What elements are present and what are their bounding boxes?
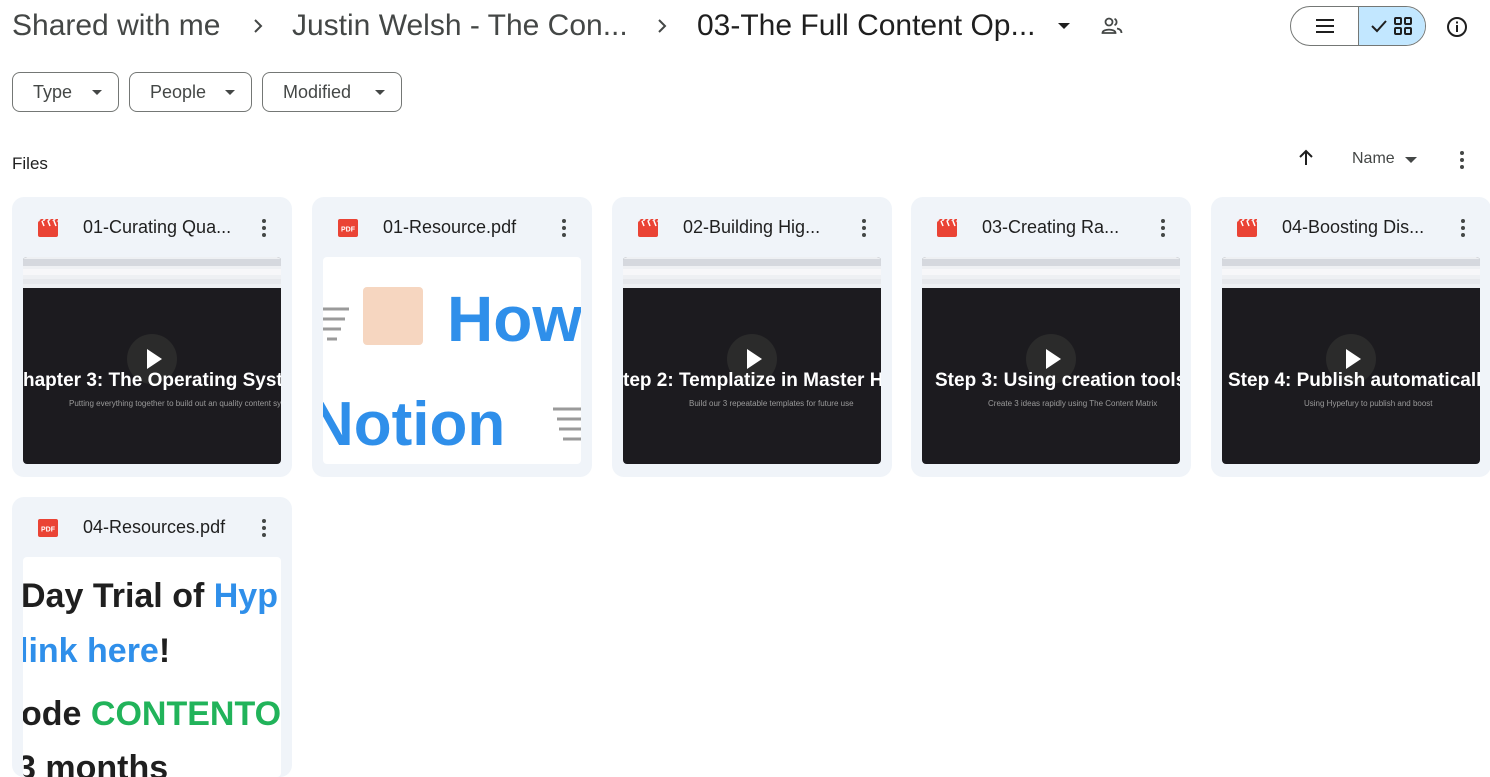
pointing-hand-icon [553,407,581,441]
filter-modified-chip[interactable]: Modified [262,72,402,112]
file-name: 02-Building Hig... [683,217,821,237]
list-view-button[interactable] [1291,7,1358,45]
pdf-preview: How Notion [323,283,581,459]
pdf-line-1: How [447,283,581,355]
thumbnail-subtitle: Putting everything together to build out… [69,399,281,408]
thumbnail-subtitle: Build our 3 repeatable templates for fut… [689,399,854,408]
file-thumbnail: Step 3: Using creation tools Create 3 id… [922,257,1180,464]
browser-chrome [23,257,281,288]
list-icon [1315,19,1334,33]
breadcrumb-current[interactable]: 03-The Full Content Op... [697,8,1036,44]
pdf-line-2: link here! [23,632,170,670]
video-file-icon [638,219,658,237]
grid-view-button[interactable] [1358,7,1425,45]
file-name: 04-Resources.pdf [83,517,226,537]
pdf-line-1: Day Trial of Hyp [23,577,278,615]
video-file-icon [1237,219,1257,237]
more-options-icon[interactable] [854,216,874,240]
header: Shared with me Justin Welsh - The Con...… [0,0,1490,56]
browser-chrome [623,257,881,288]
file-card[interactable]: PDF 04-Resources.pdf Day Trial of Hyp li… [12,497,292,777]
pointing-hand-icon [323,307,349,341]
sort-by-button[interactable]: Name [1352,150,1395,168]
more-options-icon[interactable] [254,516,274,540]
pdf-preview: Day Trial of Hyp link here! ode CONTENTO… [23,577,281,777]
caret-down-icon [1405,157,1417,163]
file-name: 04-Boosting Dis... [1282,217,1425,237]
caret-down-icon [92,90,102,95]
file-card[interactable]: PDF 01-Resource.pdf How Notion [312,197,592,477]
breadcrumb-parent[interactable]: Justin Welsh - The Con... [292,8,628,44]
shared-people-icon[interactable] [1100,14,1124,38]
more-options-icon[interactable] [254,216,274,240]
caret-down-icon [375,90,385,95]
filter-modified-label: Modified [283,81,352,102]
thumbnail-subtitle: Using Hypefury to publish and boost [1304,399,1433,408]
caret-down-icon [225,90,235,95]
chevron-right-icon [658,19,667,33]
thumbnail-title: Step 4: Publish automatically [1228,370,1480,391]
svg-text:PDF: PDF [341,227,356,234]
filter-people-label: People [150,81,207,102]
file-name: 01-Resource.pdf [383,217,517,237]
pdf-file-icon: PDF [38,519,58,537]
pdf-line-3: ode CONTENTOS [23,695,281,733]
file-thumbnail: How Notion [323,257,581,464]
thumbnail-title: hapter 3: The Operating Syst [23,370,281,391]
video-file-icon [937,219,957,237]
more-options-icon[interactable] [1453,216,1473,240]
video-file-icon [38,219,58,237]
file-name: 03-Creating Ra... [982,217,1120,237]
browser-chrome [1222,257,1480,288]
more-options-icon[interactable] [554,216,574,240]
pdf-line-4: 3 months [23,749,168,777]
filter-type-chip[interactable]: Type [12,72,119,112]
file-thumbnail: tep 2: Templatize in Master H Build our … [623,257,881,464]
breadcrumb-root[interactable]: Shared with me [12,8,220,44]
thumbnail-title: Step 3: Using creation tools [935,370,1180,391]
sort-direction-arrow-up-icon[interactable] [1296,148,1316,168]
filter-type-label: Type [33,81,73,102]
file-thumbnail: Step 4: Publish automatically Using Hype… [1222,257,1480,464]
chevron-right-icon [254,19,263,33]
section-label: Files [12,154,48,173]
view-toggle [1290,6,1426,46]
caret-down-icon[interactable] [1056,18,1072,34]
file-thumbnail: hapter 3: The Operating Syst Putting eve… [23,257,281,464]
thumbnail-title: tep 2: Templatize in Master H [623,370,881,391]
checked-grid-icon [1371,17,1412,35]
info-icon[interactable] [1446,16,1468,38]
browser-chrome [922,257,1180,288]
file-card[interactable]: 04-Boosting Dis... Step 4: Publish autom… [1211,197,1490,477]
pdf-line-2: Notion [323,390,505,459]
emoji-square-icon [363,287,423,345]
more-options-icon[interactable] [1452,148,1472,172]
file-card[interactable]: 03-Creating Ra... Step 3: Using creation… [911,197,1191,477]
file-thumbnail: Day Trial of Hyp link here! ode CONTENTO… [23,557,281,777]
file-card[interactable]: 02-Building Hig... tep 2: Templatize in … [612,197,892,477]
file-card[interactable]: 01-Curating Qua... hapter 3: The Operati… [12,197,292,477]
thumbnail-subtitle: Create 3 ideas rapidly using The Content… [988,399,1158,408]
svg-text:PDF: PDF [41,527,56,534]
filter-people-chip[interactable]: People [129,72,252,112]
more-options-icon[interactable] [1153,216,1173,240]
pdf-file-icon: PDF [338,219,358,237]
file-name: 01-Curating Qua... [83,217,232,237]
